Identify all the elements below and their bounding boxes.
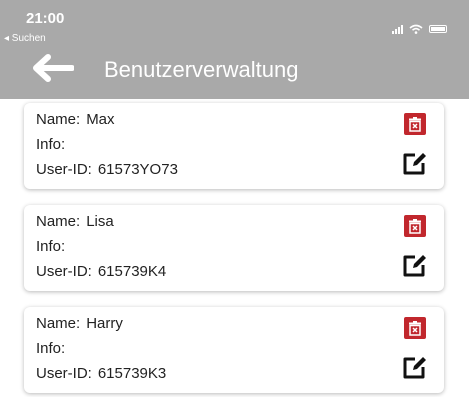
name-label: Name: [36, 315, 81, 332]
signal-icon [392, 24, 403, 34]
trash-icon [409, 218, 421, 234]
user-id: 615739K4 [97, 263, 167, 280]
user-name: Max [86, 111, 115, 128]
user-name: Lisa [86, 213, 114, 230]
edit-icon[interactable] [402, 253, 428, 277]
page-title: Benutzerverwaltung [104, 57, 299, 82]
info-label: Info: [36, 238, 66, 255]
back-to-app-link[interactable]: ◂ Suchen [4, 33, 46, 44]
user-id-label: User-ID: [36, 161, 92, 178]
trash-icon [409, 116, 421, 132]
user-card: Name: Harry Info: User-ID: 615739K3 [24, 307, 444, 393]
user-id-row: User-ID: 615739K3 [36, 365, 166, 382]
info-label: Info: [36, 136, 66, 153]
user-id: 61573YO73 [97, 161, 178, 178]
name-label: Name: [36, 111, 81, 128]
user-id: 615739K3 [97, 365, 167, 382]
user-info-row: Info: [36, 238, 71, 255]
edit-icon[interactable] [402, 151, 428, 175]
user-card: Name: Max Info: User-ID: 61573YO73 [24, 103, 444, 189]
battery-icon [429, 25, 447, 33]
back-arrow-icon[interactable] [30, 52, 74, 84]
name-label: Name: [36, 213, 81, 230]
delete-user-button[interactable] [404, 317, 426, 339]
wifi-icon [409, 24, 423, 34]
user-id-row: User-ID: 615739K4 [36, 263, 166, 280]
trash-icon [409, 320, 421, 336]
edit-icon[interactable] [402, 355, 428, 379]
user-info-row: Info: [36, 340, 71, 357]
user-name-row: Name: Lisa [36, 213, 114, 230]
delete-user-button[interactable] [404, 113, 426, 135]
delete-user-button[interactable] [404, 215, 426, 237]
user-card: Name: Lisa Info: User-ID: 615739K4 [24, 205, 444, 291]
status-time: 21:00 [26, 10, 65, 27]
user-info-row: Info: [36, 136, 71, 153]
info-label: Info: [36, 340, 66, 357]
user-id-label: User-ID: [36, 365, 92, 382]
status-icons [392, 24, 447, 34]
user-name-row: Name: Harry [36, 315, 123, 332]
app-header: 21:00 ◂ Suchen Benutzerverwaltung [0, 0, 469, 99]
user-name: Harry [86, 315, 123, 332]
user-id-row: User-ID: 61573YO73 [36, 161, 178, 178]
user-name-row: Name: Max [36, 111, 115, 128]
user-id-label: User-ID: [36, 263, 92, 280]
